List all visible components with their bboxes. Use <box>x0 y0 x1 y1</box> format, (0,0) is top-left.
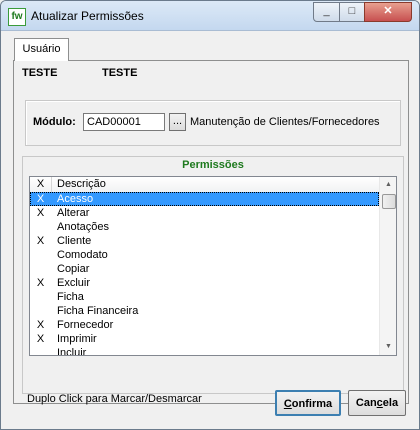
module-group: Módulo: ... Manutenção de Clientes/Forne… <box>25 100 401 146</box>
permission-description: Comodato <box>57 249 108 261</box>
permission-mark: X <box>36 319 45 331</box>
dialog-window: fw Atualizar Permissões _ □ ✕ Usuário TE… <box>0 0 420 430</box>
permission-row[interactable]: Ficha <box>30 290 379 304</box>
permission-row[interactable]: X Alterar <box>30 206 379 220</box>
permission-description: Excluir <box>57 277 91 289</box>
minimize-button[interactable]: _ <box>313 2 340 22</box>
permissions-list[interactable]: X Descrição X Acesso X Alterar Anotações X Cli… <box>29 176 397 356</box>
permission-description: Ficha <box>57 291 84 303</box>
module-code-input[interactable] <box>83 113 165 131</box>
permission-description: Ficha Financeira <box>57 305 139 317</box>
hint-text: Duplo Click para Marcar/Desmarcar <box>27 393 202 405</box>
permission-row[interactable]: Incluir <box>30 346 379 356</box>
permission-row[interactable]: Copiar <box>30 262 379 276</box>
permission-mark: X <box>36 207 45 219</box>
module-label: Módulo: <box>33 116 76 128</box>
permission-row[interactable]: X Imprimir <box>30 332 379 346</box>
permission-row[interactable]: Anotações <box>30 220 379 234</box>
vertical-scrollbar[interactable]: ▲ ▼ <box>379 177 396 355</box>
list-header: X Descrição <box>30 177 396 193</box>
scroll-down-arrow-icon[interactable]: ▼ <box>380 339 396 355</box>
confirm-accelerator: C <box>283 398 292 410</box>
confirm-label-rest: onfirma <box>291 398 333 410</box>
cancel-label-rest: ela <box>382 397 399 409</box>
user-code: TESTE <box>22 67 58 79</box>
close-button[interactable]: ✕ <box>364 2 412 22</box>
window-title: Atualizar Permissões <box>31 9 144 23</box>
permission-row[interactable]: Ficha Financeira <box>30 304 379 318</box>
scroll-up-arrow-icon[interactable]: ▲ <box>380 177 396 193</box>
permission-description: Anotações <box>57 221 109 233</box>
app-icon: fw <box>8 8 26 26</box>
permission-mark: X <box>36 235 45 247</box>
confirm-button[interactable]: Confirma <box>275 390 341 416</box>
module-description: Manutenção de Clientes/Fornecedores <box>190 116 380 128</box>
permission-description: Incluir <box>57 347 87 356</box>
permissions-title: Permissões <box>182 159 244 171</box>
permission-row[interactable]: X Acesso <box>30 192 379 206</box>
permission-row[interactable]: X Excluir <box>30 276 379 290</box>
permission-description: Fornecedor <box>57 319 114 331</box>
tab-usuario[interactable]: Usuário <box>14 38 69 61</box>
permission-description: Imprimir <box>57 333 97 345</box>
permission-mark: X <box>36 277 45 289</box>
user-name: TESTE <box>102 67 138 79</box>
permission-row[interactable]: X Cliente <box>30 234 379 248</box>
cancel-label-pre: Can <box>355 397 377 409</box>
permission-description: Acesso <box>57 193 94 205</box>
permission-row[interactable]: X Fornecedor <box>30 318 379 332</box>
column-header-descricao[interactable]: Descrição <box>53 177 106 192</box>
list-rows: X Acesso X Alterar Anotações X Cliente Comodato… <box>30 192 379 356</box>
permission-mark: X <box>36 193 45 205</box>
permission-description: Copiar <box>57 263 90 275</box>
permission-mark: X <box>36 333 45 345</box>
column-header-x[interactable]: X <box>30 177 52 192</box>
permission-row[interactable]: Comodato <box>30 248 379 262</box>
cancel-button[interactable]: Cancela <box>348 390 406 416</box>
module-browse-button[interactable]: ... <box>169 113 186 131</box>
scroll-thumb[interactable] <box>382 194 396 209</box>
title-bar[interactable]: fw Atualizar Permissões _ □ ✕ <box>1 1 419 31</box>
dialog-client: Usuário TESTE TESTE Módulo: ... Manutenç… <box>9 31 411 421</box>
permission-description: Cliente <box>57 235 92 247</box>
maximize-button[interactable]: □ <box>339 2 365 22</box>
permissions-group: Permissões X Descrição X Acesso X Alterar An… <box>22 156 404 394</box>
permission-description: Alterar <box>57 207 90 219</box>
